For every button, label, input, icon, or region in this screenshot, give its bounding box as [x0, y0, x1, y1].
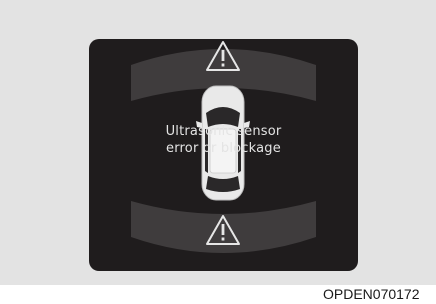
figure-panel: Ultrasonic sensor error or blockage: [0, 0, 436, 285]
figure-code: OPDEN070172: [323, 286, 420, 302]
error-message-line2: error or blockage: [166, 141, 281, 156]
error-message: Ultrasonic sensor error or blockage: [89, 123, 358, 157]
error-message-line1: Ultrasonic sensor: [165, 124, 282, 139]
cluster-display: Ultrasonic sensor error or blockage: [89, 39, 358, 271]
